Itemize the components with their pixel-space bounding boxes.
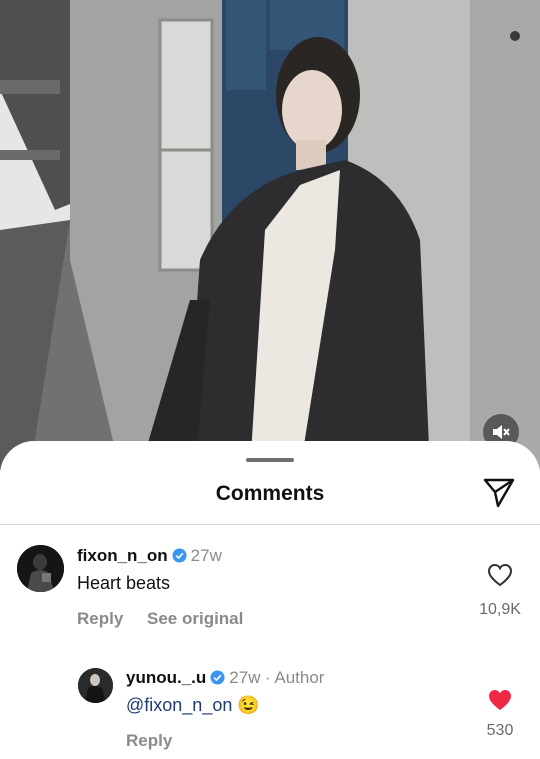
- sheet-divider: [0, 524, 540, 525]
- see-original-button[interactable]: See original: [147, 609, 243, 629]
- volume-mute-icon: [493, 425, 510, 439]
- send-icon: [483, 478, 515, 508]
- comment-username[interactable]: fixon_n_on: [77, 546, 168, 565]
- reply-item: yunou._.u 27w · Author @fixon_n_on 😉 Repl…: [0, 659, 540, 759]
- comment-text: Heart beats: [77, 573, 171, 593]
- reply-timestamp: 27w: [229, 668, 261, 687]
- sheet-grabber[interactable]: [246, 458, 294, 462]
- mention-link[interactable]: @fixon_n_on: [126, 695, 232, 715]
- sheet-title: Comments: [215, 482, 325, 505]
- heart-filled-icon: [489, 690, 511, 710]
- comments-sheet: Comments fixon_n_on 27w Heart beats Reply…: [0, 441, 540, 759]
- avatar[interactable]: [17, 545, 64, 592]
- like-button[interactable]: [487, 688, 513, 712]
- reply-button[interactable]: Reply: [77, 609, 123, 629]
- like-count: 10,9K: [479, 601, 521, 618]
- avatar[interactable]: [78, 668, 113, 703]
- heart-outline-icon: [487, 563, 513, 587]
- reply-button[interactable]: Reply: [126, 731, 172, 751]
- avatar-image: [78, 668, 113, 703]
- reply-username[interactable]: yunou._.u: [126, 668, 206, 687]
- post-media[interactable]: [0, 0, 540, 470]
- author-label: · Author: [264, 668, 325, 687]
- comment-timestamp: 27w: [190, 546, 222, 565]
- comment-item: fixon_n_on 27w Heart beats Reply See orig…: [0, 541, 540, 641]
- post-media-image: [0, 0, 540, 470]
- like-button[interactable]: [487, 563, 513, 587]
- wink-emoji: 😉: [237, 695, 260, 715]
- like-count: 530: [486, 722, 514, 739]
- share-button[interactable]: [482, 476, 516, 508]
- verified-badge-icon: [172, 548, 187, 563]
- avatar-image: [17, 545, 64, 592]
- verified-badge-icon: [210, 670, 225, 685]
